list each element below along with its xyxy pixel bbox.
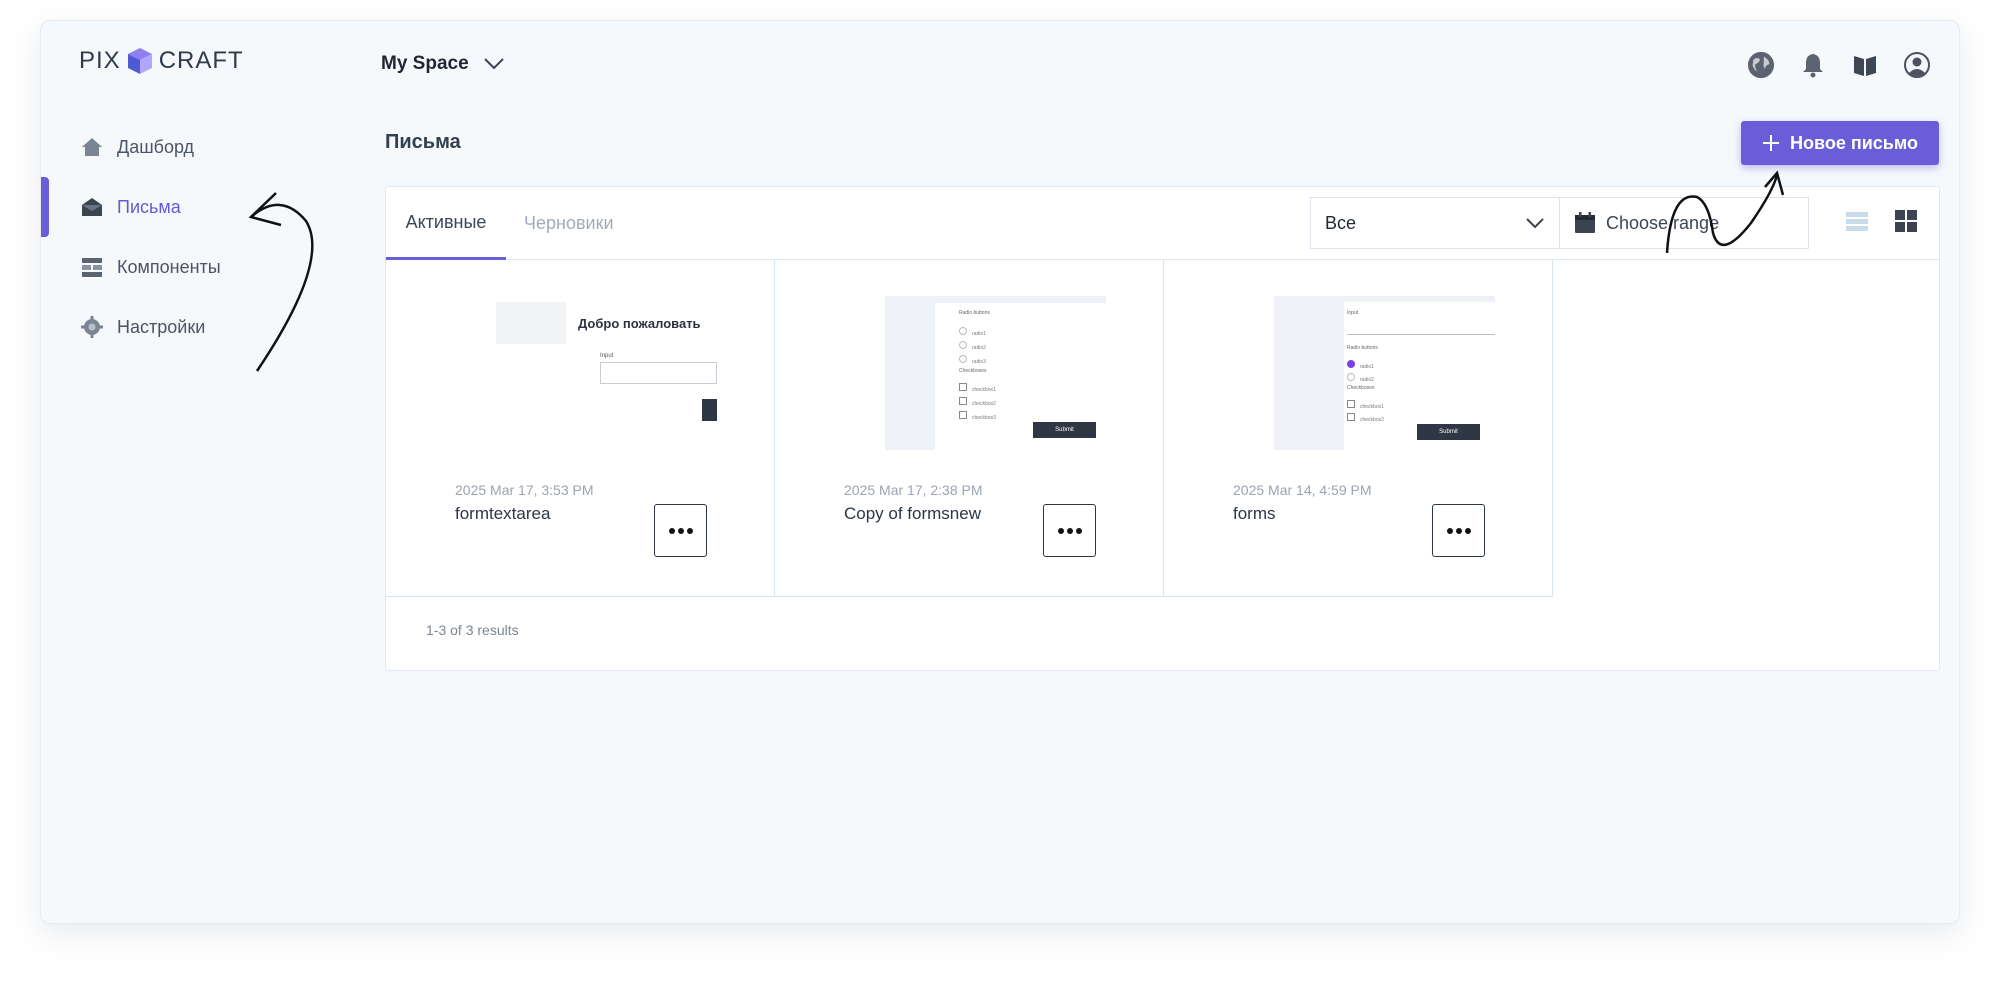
sidebar-item-label: Компоненты (117, 256, 221, 277)
app-window: PIX CRAFT My Space Дашборд Письма Компон… (40, 20, 1960, 924)
letter-card[interactable]: Input Radio buttons radio1 radio2 Checkb… (1164, 260, 1553, 597)
thumb-input-label: Input (600, 353, 614, 359)
thumb-radio-title: Radio buttons (959, 310, 990, 316)
components-icon (82, 258, 102, 277)
thumb-button (702, 399, 717, 421)
thumb-input (600, 362, 717, 384)
sidebar-item-settings[interactable]: Настройки (41, 297, 361, 357)
thumb-input (1347, 334, 1495, 335)
thumb-check-title: Checkboxes (1347, 385, 1375, 391)
calendar-icon (1575, 212, 1595, 233)
sidebar-item-components[interactable]: Компоненты (41, 237, 361, 297)
thumb-heading: Добро пожаловать (578, 316, 701, 331)
sidebar: Дашборд Письма Компоненты Настройки (41, 117, 361, 357)
thumb-check-2: checkbox2 (1347, 408, 1384, 426)
letter-name: formtextarea (455, 504, 551, 523)
panel-toolbar: Активные Черновики Все Choose range (386, 187, 1939, 260)
space-name: My Space (381, 53, 469, 74)
letter-card[interactable]: Добро пожаловать Input 2025 Mar 17, 3:53… (386, 260, 775, 597)
more-dots-icon (1057, 527, 1082, 534)
globe-icon[interactable] (1747, 51, 1775, 79)
list-view-button[interactable] (1845, 209, 1871, 235)
letter-card[interactable]: Radio buttons radio1 radio2 radio3 Check… (775, 260, 1164, 597)
letter-date: 2025 Mar 17, 2:38 PM (844, 482, 983, 498)
new-letter-button[interactable]: Новое письмо (1741, 121, 1939, 165)
more-options-button[interactable] (654, 504, 707, 557)
status-filter-select[interactable]: Все (1310, 197, 1560, 249)
letter-thumbnail[interactable]: Input Radio buttons radio1 radio2 Checkb… (1274, 296, 1495, 450)
letter-date: 2025 Mar 14, 4:59 PM (1233, 482, 1372, 498)
thumb-check-title: Checkboxes (959, 368, 987, 374)
sidebar-item-label: Настройки (117, 316, 206, 337)
thumb-submit: Submit (1033, 422, 1096, 438)
sidebar-item-label: Дашборд (117, 136, 195, 157)
logo-cube-icon (127, 48, 152, 74)
thumb-input-label: Input (1347, 310, 1359, 316)
grid-view-button[interactable] (1894, 209, 1920, 235)
thumb-submit: Submit (1417, 424, 1480, 440)
new-letter-label: Новое письмо (1790, 132, 1918, 153)
filter-value: Все (1325, 212, 1357, 233)
thumb-sidebar (885, 296, 935, 450)
thumb-radio-title: Radio buttons (1347, 345, 1378, 351)
plus-icon (1763, 135, 1780, 151)
user-icon[interactable] (1903, 51, 1931, 79)
results-count: 1-3 of 3 results (426, 622, 519, 638)
sidebar-item-dashboard[interactable]: Дашборд (41, 117, 361, 177)
grid-view-icon (1895, 210, 1917, 232)
thumb-radio-3: radio3 (959, 350, 986, 368)
sidebar-item-letters[interactable]: Письма (41, 177, 361, 237)
space-selector[interactable]: My Space (381, 53, 505, 75)
date-range-picker[interactable]: Choose range (1559, 197, 1809, 249)
more-dots-icon (1446, 527, 1471, 534)
more-options-button[interactable] (1432, 504, 1485, 557)
brand-right: CRAFT (158, 47, 244, 74)
more-options-button[interactable] (1043, 504, 1096, 557)
brand-logo[interactable]: PIX CRAFT (79, 47, 244, 75)
letter-cards: Добро пожаловать Input 2025 Mar 17, 3:53… (386, 260, 1553, 597)
letter-date: 2025 Mar 17, 3:53 PM (455, 482, 594, 498)
top-icons (1747, 51, 1931, 79)
letter-thumbnail[interactable]: Radio buttons radio1 radio2 radio3 Check… (885, 296, 1106, 450)
thumb-radio-2: radio2 (1347, 368, 1374, 386)
date-range-placeholder: Choose range (1606, 212, 1720, 233)
thumb-check-3: checkbox3 (959, 406, 996, 424)
gear-icon (81, 316, 103, 338)
thumb-sidebar (1274, 296, 1344, 450)
brand-left: PIX (79, 47, 121, 74)
bell-icon[interactable] (1799, 51, 1827, 79)
envelope-icon (82, 198, 102, 216)
letter-thumbnail[interactable]: Добро пожаловать Input (496, 296, 717, 450)
tab-drafts[interactable]: Черновики (524, 187, 614, 260)
letters-panel: Активные Черновики Все Choose range Добр… (385, 186, 1940, 671)
page-title: Письма (385, 131, 461, 153)
sidebar-item-label: Письма (117, 196, 181, 217)
letter-name: forms (1233, 504, 1276, 523)
list-view-icon (1846, 212, 1868, 231)
book-icon[interactable] (1851, 51, 1879, 79)
letter-name: Copy of formsnew (844, 504, 981, 523)
more-dots-icon (668, 527, 693, 534)
home-icon (82, 138, 102, 156)
chevron-down-icon (1526, 218, 1544, 229)
chevron-down-icon (483, 58, 504, 70)
tab-active[interactable]: Активные (386, 187, 506, 260)
